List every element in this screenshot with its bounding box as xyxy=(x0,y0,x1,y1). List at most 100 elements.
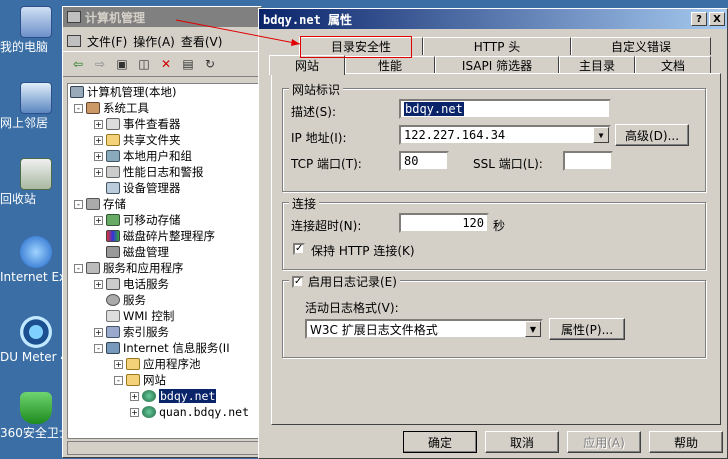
timeout-input[interactable]: 120 xyxy=(399,213,489,233)
menu-view[interactable]: 查看(V) xyxy=(181,33,223,50)
tree-item[interactable]: + 本地用户和组 xyxy=(68,148,260,164)
tools-icon xyxy=(86,102,100,114)
wmi-icon xyxy=(106,310,120,322)
mmc-title: 计算机管理 xyxy=(85,10,146,25)
removable-storage-icon xyxy=(106,214,120,226)
group-title: 网站标识 xyxy=(289,81,344,98)
disk-management-icon xyxy=(106,246,120,258)
tab-http-headers[interactable]: HTTP 头 xyxy=(423,37,571,55)
tree-item[interactable]: WMI 控制 xyxy=(68,308,260,324)
ok-button[interactable]: 确定 xyxy=(403,431,477,453)
defrag-icon xyxy=(106,230,120,242)
status-bar xyxy=(67,441,261,455)
annotation-highlight-box xyxy=(300,36,412,58)
telephony-icon xyxy=(106,278,120,290)
properties-dialog: bdqy.net 属性 ? X 目录安全性 HTTP 头 自定义错误 网站 性能… xyxy=(258,8,728,459)
ip-address-label: IP 地址(I): xyxy=(291,131,347,145)
tab-performance[interactable]: 性能 xyxy=(345,56,435,74)
cancel-button[interactable]: 取消 xyxy=(485,431,559,453)
tree-item[interactable]: + 应用程序池 xyxy=(68,356,260,372)
tab-documents[interactable]: 文档 xyxy=(635,56,711,74)
tree-item[interactable]: + 事件查看器 xyxy=(68,116,260,132)
properties-icon[interactable]: ▤ xyxy=(179,55,197,73)
mmc-menu-bar: 文件(F) 操作(A) 查看(V) xyxy=(63,31,261,51)
tree-item[interactable]: + 可移动存储 xyxy=(68,212,260,228)
tcp-port-label: TCP 端口(T): xyxy=(291,157,362,171)
forward-arrow-icon[interactable]: ⇨ xyxy=(91,55,109,73)
help-button[interactable]: 帮助 xyxy=(649,431,723,453)
services-gear-icon xyxy=(106,294,120,306)
group-title: 连接 xyxy=(289,195,320,212)
menu-file[interactable]: 文件(F) xyxy=(87,33,127,50)
tree-item[interactable]: - 系统工具 xyxy=(68,100,260,116)
shield-icon xyxy=(20,392,52,424)
tab-isapi-filters[interactable]: ISAPI 筛选器 xyxy=(435,56,559,74)
dialog-title: bdqy.net 属性 xyxy=(263,12,353,27)
tree-item-selected[interactable]: + bdqy.net xyxy=(68,388,260,404)
ie-icon xyxy=(20,236,52,268)
tree-item[interactable]: + 索引服务 xyxy=(68,324,260,340)
storage-icon xyxy=(86,198,100,210)
device-manager-icon xyxy=(106,182,120,194)
tree-item[interactable]: 设备管理器 xyxy=(68,180,260,196)
apply-button[interactable]: 应用(A) xyxy=(567,431,641,453)
mmc-toolbar: ⇦ ⇨ ▣ ◫ ✕ ▤ ↻ xyxy=(63,51,261,77)
event-viewer-icon xyxy=(106,118,120,130)
advanced-button[interactable]: 高级(D)... xyxy=(615,124,689,146)
description-label: 描述(S): xyxy=(291,105,337,119)
network-icon xyxy=(20,82,52,114)
back-arrow-icon[interactable]: ⇦ xyxy=(69,55,87,73)
keepalive-checkbox[interactable]: ✓ xyxy=(293,243,305,255)
recycle-bin-icon xyxy=(20,158,52,190)
tab-panel-website: 网站标识 描述(S): bdqy.net IP 地址(I): 122.227.1… xyxy=(271,73,721,425)
tab-home-directory[interactable]: 主目录 xyxy=(559,56,635,74)
help-title-button[interactable]: ? xyxy=(691,12,707,26)
mmc-app-icon xyxy=(67,11,81,23)
ip-address-select[interactable]: 122.227.164.34 ▼ xyxy=(399,125,611,145)
ssl-port-input[interactable] xyxy=(563,151,613,171)
enable-logging-checkbox[interactable]: ✓ xyxy=(292,275,304,288)
timeout-label: 连接超时(N): xyxy=(291,219,362,233)
tree-item[interactable]: 磁盘碎片整理程序 xyxy=(68,228,260,244)
close-button[interactable]: X xyxy=(709,12,725,26)
site-identification-group: 网站标识 描述(S): bdqy.net IP 地址(I): 122.227.1… xyxy=(282,81,706,192)
tree-item[interactable]: - 服务和应用程序 xyxy=(68,260,260,276)
tab-website[interactable]: 网站 xyxy=(269,55,345,75)
iis-icon xyxy=(106,342,120,354)
dropdown-arrow-icon[interactable]: ▼ xyxy=(593,127,609,143)
timeout-unit: 秒 xyxy=(493,219,506,233)
tree-item[interactable]: 服务 xyxy=(68,292,260,308)
indexing-icon xyxy=(106,326,120,338)
tree-item[interactable]: - 网站 xyxy=(68,372,260,388)
tree-item[interactable]: - Internet 信息服务(II xyxy=(68,340,260,356)
mmc-menu-icon[interactable] xyxy=(67,35,81,47)
dialog-title-bar: bdqy.net 属性 ? X xyxy=(259,9,727,29)
tcp-port-input[interactable]: 80 xyxy=(399,151,449,171)
tree-item[interactable]: - 存储 xyxy=(68,196,260,212)
delete-icon[interactable]: ✕ xyxy=(157,55,175,73)
log-properties-button[interactable]: 属性(P)... xyxy=(549,318,625,340)
enable-logging-label: 启用日志记录(E) xyxy=(308,275,397,289)
computer-icon xyxy=(20,6,52,38)
description-input[interactable]: bdqy.net xyxy=(399,99,611,119)
tree-item[interactable]: + 电话服务 xyxy=(68,276,260,292)
computer-management-window: 计算机管理 文件(F) 操作(A) 查看(V) ⇦ ⇨ ▣ ◫ ✕ ▤ ↻ 计算… xyxy=(62,6,262,458)
tree-item[interactable]: + quan.bdqy.net xyxy=(68,404,260,420)
connections-group: 连接 连接超时(N): 120 秒 ✓ 保持 HTTP 连接(K) xyxy=(282,195,706,270)
refresh-icon[interactable]: ↻ xyxy=(201,55,219,73)
keepalive-label: 保持 HTTP 连接(K) xyxy=(311,244,415,258)
dropdown-arrow-icon[interactable]: ▼ xyxy=(525,321,541,337)
folder-icon xyxy=(126,374,140,386)
log-format-label: 活动日志格式(V): xyxy=(305,301,399,315)
show-tree-icon[interactable]: ◫ xyxy=(135,55,153,73)
tab-custom-errors[interactable]: 自定义错误 xyxy=(571,37,711,55)
tree-item[interactable]: + 性能日志和警报 xyxy=(68,164,260,180)
tree-item[interactable]: + 共享文件夹 xyxy=(68,132,260,148)
services-apps-icon xyxy=(86,262,100,274)
console-tree: 计算机管理(本地) - 系统工具 + 事件查看器 + 共享文件夹 + 本地用户和… xyxy=(67,83,261,439)
tree-item[interactable]: 磁盘管理 xyxy=(68,244,260,260)
tree-item[interactable]: 计算机管理(本地) xyxy=(68,84,260,100)
menu-action[interactable]: 操作(A) xyxy=(133,33,175,50)
log-format-select[interactable]: W3C 扩展日志文件格式 ▼ xyxy=(305,319,543,339)
up-folder-icon[interactable]: ▣ xyxy=(113,55,131,73)
